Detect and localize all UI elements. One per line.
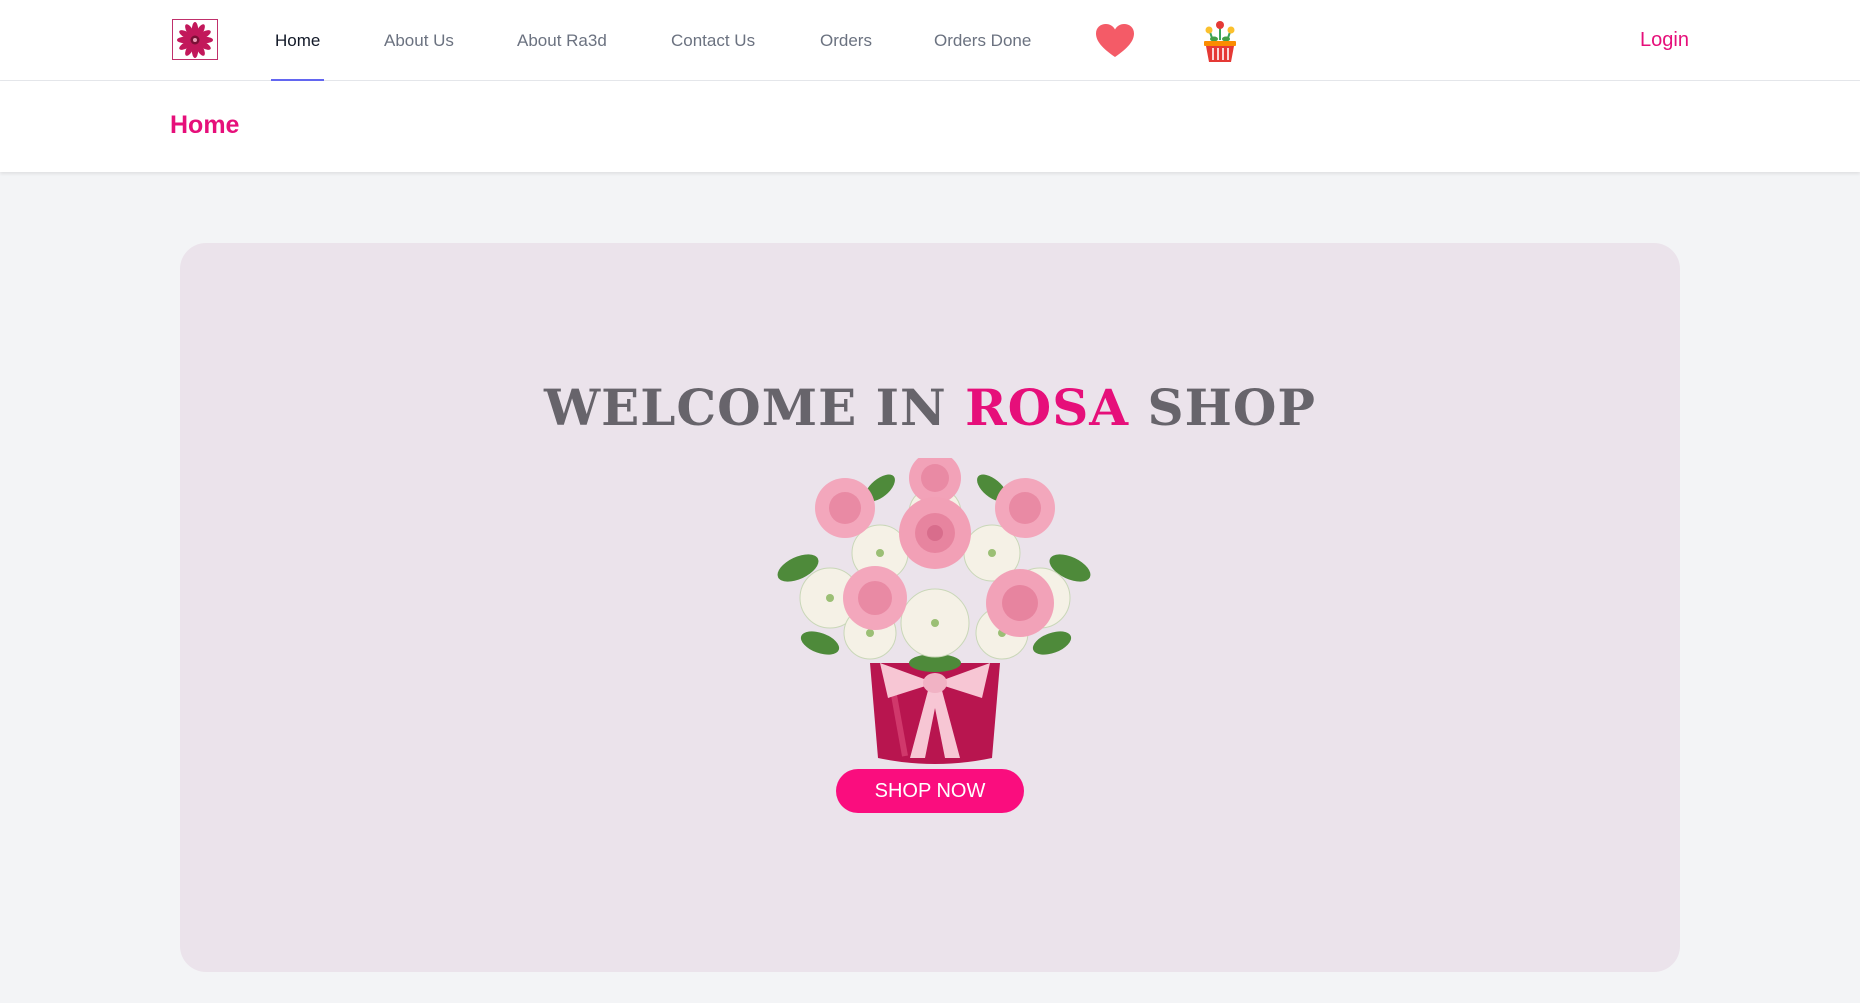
hero-banner: WELCOME IN ROSA SHOP SHOP NOW [180, 243, 1680, 972]
hero-title-brand: ROSA [965, 378, 1130, 437]
flower-logo-icon[interactable] [172, 19, 218, 60]
flower-basket-icon[interactable] [1199, 20, 1241, 64]
heart-icon[interactable] [1094, 22, 1136, 60]
hero-title-suffix: SHOP [1129, 378, 1317, 437]
nav-item-orders-done[interactable]: Orders Done [934, 0, 1031, 81]
shop-now-button[interactable]: SHOP NOW [836, 769, 1024, 813]
nav-item-orders[interactable]: Orders [820, 0, 872, 81]
login-link[interactable]: Login [1640, 0, 1689, 81]
page-header: Home [0, 81, 1860, 172]
page-title: Home [170, 111, 240, 139]
hero-title-prefix: WELCOME IN [543, 378, 966, 437]
nav-item-about-ra3d[interactable]: About Ra3d [517, 0, 607, 81]
nav-item-contact-us[interactable]: Contact Us [671, 0, 755, 81]
nav-item-home[interactable]: Home [270, 0, 325, 81]
rose-bouquet-image [770, 452, 1100, 768]
top-navbar: Home About Us About Ra3d Contact Us Orde… [0, 0, 1860, 81]
hero-title: WELCOME IN ROSA SHOP [180, 378, 1680, 437]
nav-item-about-us[interactable]: About Us [384, 0, 454, 81]
